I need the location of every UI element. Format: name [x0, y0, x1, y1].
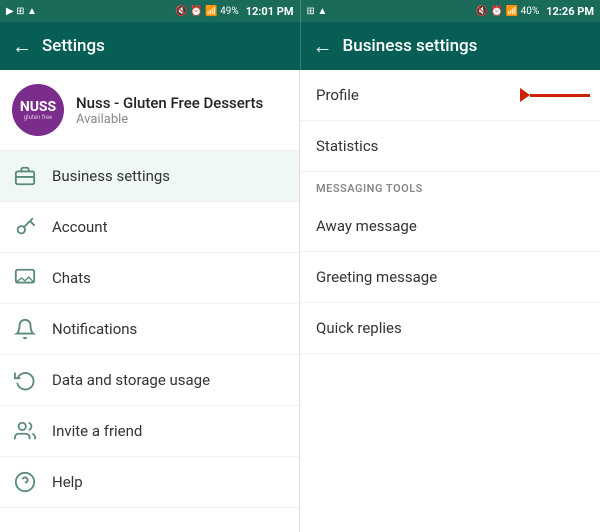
- menu-label-invite-friend: Invite a friend: [52, 422, 142, 440]
- profile-status: Available: [76, 112, 287, 127]
- key-icon: [12, 216, 38, 238]
- left-back-button[interactable]: ←: [12, 34, 32, 59]
- profile-arrow: [520, 88, 590, 102]
- menu-item-business-settings[interactable]: Business settings: [0, 151, 299, 202]
- right-header-panel: ← Business settings: [300, 22, 600, 70]
- menu-label-business-settings: Business settings: [52, 167, 170, 185]
- messaging-tools-header: MESSAGING TOOLS: [300, 172, 600, 201]
- question-icon: [12, 471, 38, 493]
- right-item-statistics[interactable]: Statistics: [300, 121, 600, 172]
- profile-name: Nuss - Gluten Free Desserts: [76, 94, 287, 112]
- menu-label-notifications: Notifications: [52, 320, 137, 338]
- left-panel: NUSS gluten free Nuss - Gluten Free Dess…: [0, 70, 300, 532]
- menu-label-chats: Chats: [52, 269, 91, 287]
- right-signal-icon: 🔇 ⏰ 📶 40%: [476, 6, 539, 17]
- right-item-profile[interactable]: Profile: [300, 70, 600, 121]
- right-label-quick-replies: Quick replies: [316, 319, 402, 337]
- menu-item-help[interactable]: Help: [0, 457, 299, 508]
- right-status-icons: ⊞ ▲: [307, 6, 328, 17]
- main-container: NUSS gluten free Nuss - Gluten Free Dess…: [0, 70, 600, 532]
- right-header-title: Business settings: [343, 36, 478, 56]
- left-time: 12:01 PM: [246, 5, 294, 18]
- right-label-profile: Profile: [316, 86, 359, 104]
- bell-icon: [12, 318, 38, 340]
- menu-item-account[interactable]: Account: [0, 202, 299, 253]
- left-header-panel: ← Settings: [0, 22, 300, 70]
- right-item-quick-replies[interactable]: Quick replies: [300, 303, 600, 354]
- right-item-away-message[interactable]: Away message: [300, 201, 600, 252]
- status-bar-right: ⊞ ▲ 🔇 ⏰ 📶 40% 12:26 PM: [300, 0, 600, 22]
- people-icon: [12, 420, 38, 442]
- left-signal-icon: 🔇 ⏰ 📶 49%: [175, 6, 238, 17]
- right-item-greeting-message[interactable]: Greeting message: [300, 252, 600, 303]
- briefcase-icon: [12, 165, 38, 187]
- menu-item-chats[interactable]: Chats: [0, 253, 299, 304]
- avatar-logo-text: NUSS: [20, 100, 56, 114]
- menu-label-help: Help: [52, 473, 83, 491]
- left-status-icons: ▶ ⊞ ▲: [6, 6, 37, 17]
- chat-icon: [12, 267, 38, 289]
- status-bar-left: ▶ ⊞ ▲ 🔇 ⏰ 📶 49% 12:01 PM: [0, 0, 300, 22]
- right-time: 12:26 PM: [546, 5, 594, 18]
- menu-item-notifications[interactable]: Notifications: [0, 304, 299, 355]
- menu-label-data-storage: Data and storage usage: [52, 371, 210, 389]
- status-bar-container: ▶ ⊞ ▲ 🔇 ⏰ 📶 49% 12:01 PM ⊞ ▲ 🔇 ⏰ 📶 40% 1…: [0, 0, 600, 22]
- profile-info: Nuss - Gluten Free Desserts Available: [76, 94, 287, 127]
- menu-label-account: Account: [52, 218, 108, 236]
- right-back-button[interactable]: ←: [313, 34, 333, 59]
- right-label-away-message: Away message: [316, 217, 417, 235]
- avatar: NUSS gluten free: [12, 84, 64, 136]
- profile-row[interactable]: NUSS gluten free Nuss - Gluten Free Dess…: [0, 70, 299, 151]
- avatar-sub-text: gluten free: [24, 114, 53, 121]
- right-label-statistics: Statistics: [316, 137, 378, 155]
- header-container: ← Settings ← Business settings: [0, 22, 600, 70]
- right-label-greeting-message: Greeting message: [316, 268, 437, 286]
- left-header-title: Settings: [42, 36, 105, 56]
- right-panel: Profile Statistics MESSAGING TOOLS Away …: [300, 70, 600, 532]
- avatar-inner: NUSS gluten free: [12, 84, 64, 136]
- refresh-icon: [12, 369, 38, 391]
- menu-item-invite-friend[interactable]: Invite a friend: [0, 406, 299, 457]
- menu-item-data-storage[interactable]: Data and storage usage: [0, 355, 299, 406]
